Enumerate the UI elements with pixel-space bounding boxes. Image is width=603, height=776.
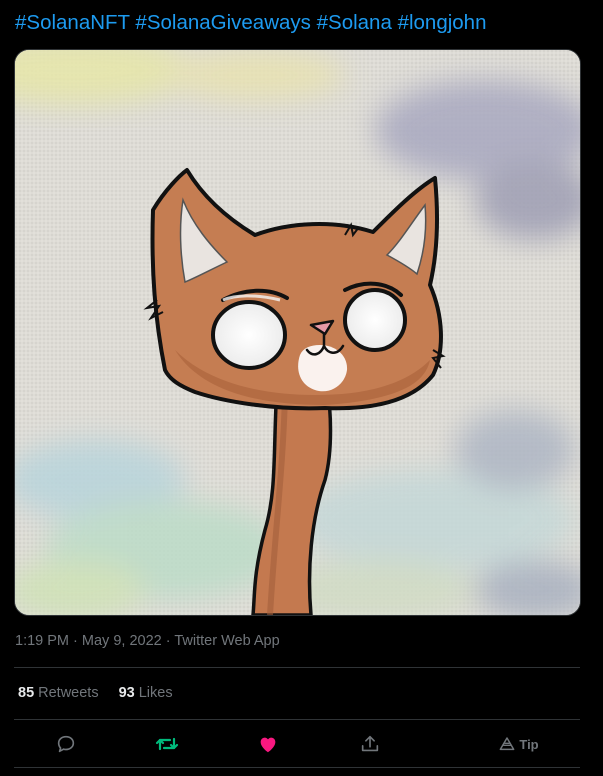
tweet-time[interactable]: 1:19 PM [15,633,69,649]
divider [14,719,580,720]
likes-stat[interactable]: 93 Likes [119,683,173,703]
retweet-button[interactable] [151,728,183,760]
retweets-stat[interactable]: 85 Retweets [18,683,99,703]
divider [14,767,580,768]
hashtag-link[interactable]: #SolanaNFT [15,11,130,34]
tweet-stats: 85 Retweets 93 Likes [18,683,173,703]
reply-button[interactable] [50,728,82,760]
retweets-label: Retweets [38,685,99,701]
tweet-hashtags: #SolanaNFT #SolanaGiveaways #Solana #lon… [15,9,486,37]
cat-artwork [15,50,580,615]
tip-icon [499,737,515,751]
retweets-count: 85 [18,685,35,701]
like-icon [260,737,276,753]
tweet-actions: Tip [14,722,580,766]
tweet-source: Twitter Web App [174,633,280,649]
retweet-icon [155,737,179,751]
hashtag-link[interactable]: #longjohn [398,11,487,34]
meta-separator: · [73,633,78,649]
tweet-timestamp: 1:19 PM · May 9, 2022 · Twitter Web App [15,631,280,651]
reply-icon [57,735,75,753]
likes-label: Likes [138,685,173,701]
share-icon [361,735,379,752]
share-button[interactable] [354,728,386,760]
meta-separator: · [165,633,171,649]
tip-button[interactable]: Tip [496,728,542,760]
hashtag-link[interactable]: #Solana [317,11,392,34]
divider [14,667,580,668]
tweet-image[interactable] [14,49,581,616]
like-button[interactable] [252,728,284,760]
likes-count: 93 [118,685,135,701]
hashtag-link[interactable]: #SolanaGiveaways [135,11,311,34]
tip-label: Tip [519,736,539,752]
tweet-date[interactable]: May 9, 2022 [82,633,162,649]
